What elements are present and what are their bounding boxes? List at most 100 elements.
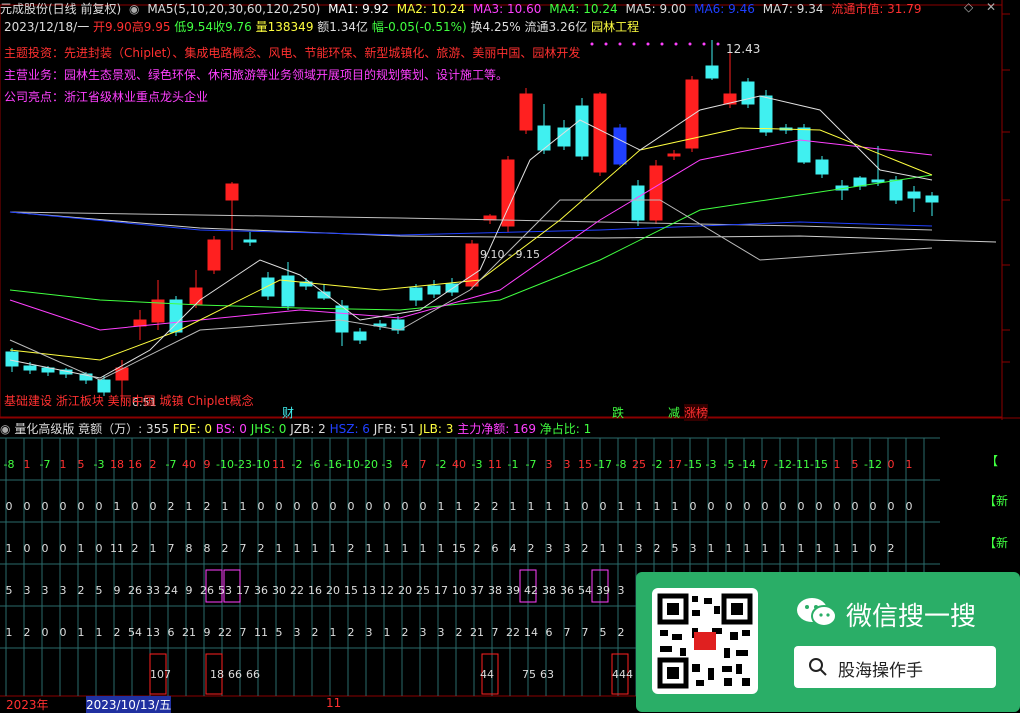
diamond-icon[interactable]: ◇ [964,0,973,14]
grid-cell-row3-49: 2 [887,542,895,555]
grid-cell-row5-24: 3 [437,626,445,639]
grid-cell-row2-10: 1 [185,500,193,513]
indicator-hsz: HSZ: 6 [329,422,370,436]
candle-body-49 [907,191,921,199]
grid-cell-row3-3: 0 [59,542,67,555]
grid-cell-row1-0: -8 [3,458,15,471]
grid-cell-row3-1: 0 [23,542,31,555]
top-dot-2 [618,42,622,46]
quote-volume: 量138349 [255,20,314,34]
grid-cell-row2-24: 1 [437,500,445,513]
grid-cell-row5-34: 2 [617,626,625,639]
grid-cell-row3-40: 1 [725,542,733,555]
grid-cell-row3-33: 1 [599,542,607,555]
grid-cell-row1-1: 1 [23,458,31,471]
grid-cell-row4-4: 2 [77,584,85,597]
grid-cell-row1-34: -8 [615,458,627,471]
grid-cell-row3-7: 2 [131,542,139,555]
grid-cell-row1-23: 7 [419,458,427,471]
grid-cell-row3-21: 1 [383,542,391,555]
candle-body-48 [889,179,903,201]
grid-cell-row3-23: 1 [419,542,427,555]
indicator-jzb: JZB: 2 [290,422,326,436]
candle-body-6 [115,367,129,381]
grid-cell-row2-1: 0 [23,500,31,513]
grid-cell-row2-49: 0 [887,500,895,513]
grid-cell-row4-13: 17 [236,584,250,597]
grid-cell-row2-44: 0 [797,500,805,513]
grid-cell-row5-28: 22 [506,626,520,639]
ma-params[interactable]: MA5(5,10,20,30,60,120,250) [147,2,320,16]
settings-icon[interactable]: ◉ [129,2,139,16]
peak-label: 12.43 [726,42,761,56]
candle-body-23 [427,285,441,295]
grid-cell-row2-6: 1 [113,500,121,513]
grid-cell-row3-9: 7 [167,542,175,555]
grid-cell-row5-17: 2 [311,626,319,639]
grid-cell-row5-2: 0 [41,626,49,639]
wechat-banner[interactable]: 微信搜一搜 股海操作手 [636,572,1020,712]
axis-month: 11 [326,696,342,710]
grid-cell-row2-29: 1 [527,500,535,513]
grid-cell-row2-47: 0 [851,500,859,513]
grid-cell-row5-12: 22 [218,626,232,639]
business-text: 主营业务：园林生态景观、绿色环保、休闲旅游等业务领域开展项目的规划策划、设计施工… [4,68,509,82]
grid-cell-row1-35: 25 [632,458,646,471]
grid-cell-row1-33: -17 [594,458,612,471]
grid-cell-row3-42: 1 [761,542,769,555]
grid-cell-row1-46: 1 [833,458,841,471]
indicator-title[interactable]: 量化高级版 [14,422,74,436]
grid-cell-row1-5: -3 [93,458,105,471]
top-dot-7 [688,42,692,46]
quote-amount: 额1.34亿 [317,20,369,34]
top-dot-9 [716,42,720,46]
grid-cell-row2-16: 0 [293,500,301,513]
grid-cell-row1-50: 1 [905,458,913,471]
wechat-search-box[interactable]: 股海操作手 [794,646,996,688]
quote-change: 幅-0.05(-0.51%) [371,20,467,34]
stock-name: 元成股份(日线 前复权) [0,2,122,16]
grid-cell-row1-14: -10 [252,458,270,471]
grid-cell-row1-9: -7 [165,458,177,471]
grid-cell-row3-15: 1 [275,542,283,555]
grid-cell-row1-40: -5 [723,458,735,471]
candle-body-9 [169,299,183,333]
quote-row: 2023/12/18/一 开9.90高9.95 低9.54收9.76 量1383… [4,18,639,35]
grid-cell-row4-26: 37 [470,584,484,597]
cai-marker: 财 [282,406,295,420]
grid-cell-row2-50: 0 [905,500,913,513]
grid-cell-row1-17: -6 [309,458,321,471]
grid-cell-row2-3: 0 [59,500,67,513]
grid-cell-row2-5: 0 [95,500,103,513]
grid-cell-row3-26: 2 [473,542,481,555]
ma-line-green [9,174,933,311]
grid-cell-row3-11: 8 [203,542,211,555]
candle-body-44 [815,159,829,175]
grid-cell-row5-15: 5 [275,626,283,639]
wechat-search-text: 股海操作手 [838,661,923,681]
grid-cell-row5-19: 2 [347,626,355,639]
grid-cell-row1-18: -16 [324,458,342,471]
grid-cell-row2-25: 1 [455,500,463,513]
candle-body-40 [741,81,755,105]
grid-cell-row3-47: 1 [851,542,859,555]
indicator-settings-icon[interactable]: ◉ [0,422,10,436]
grid-cell-row4-7: 26 [128,584,142,597]
grid-cell-row2-32: 0 [581,500,589,513]
quote-low: 低9.54 [174,20,214,34]
ma-line-lower [9,199,933,381]
close-icon[interactable]: ✕ [986,0,996,14]
grid-cell-row4-0: 5 [5,584,13,597]
grid-cell-row5-23: 3 [419,626,427,639]
grid-cell-row4-19: 15 [344,584,358,597]
candle-body-30 [557,127,571,147]
axis-date[interactable]: 2023/10/13/五 [86,696,172,713]
candle-body-19 [353,331,367,341]
candle-body-14 [261,277,275,297]
grid-cell-row1-27: 11 [488,458,502,471]
grid-cell-row3-44: 1 [797,542,805,555]
grid-cell-row1-29: -7 [525,458,537,471]
right-label-3: 【新 [984,536,1009,550]
candle-body-0 [5,351,19,367]
grid-cell-row5-27: 7 [491,626,499,639]
